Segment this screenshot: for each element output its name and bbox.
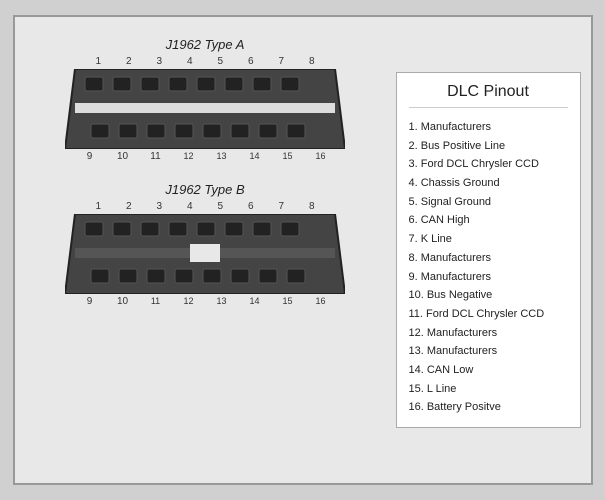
pin-num: 13 (214, 151, 230, 162)
list-item: 4. Chassis Ground (409, 174, 568, 193)
list-item: 5. Signal Ground (409, 193, 568, 212)
list-item: 1. Manufacturers (409, 118, 568, 137)
pin-num: 5 (212, 201, 228, 212)
list-item: 12. Manufacturers (409, 324, 568, 343)
list-item: 8. Manufacturers (409, 249, 568, 268)
pin-num: 3 (151, 201, 167, 212)
pin-numbers-bottom-a: 9 10 11 12 13 14 15 16 (65, 151, 345, 162)
pin-num: 12 (181, 296, 197, 307)
connector-a-body (65, 69, 345, 149)
pin-num: 4 (182, 56, 198, 67)
pin-num: 3 (151, 56, 167, 67)
pin-num: 15 (280, 296, 296, 307)
pin-num: 12 (181, 151, 197, 162)
connector-a-title: J1962 Type A (166, 37, 245, 52)
pin-numbers-bottom-b: 9 10 11 12 13 14 15 16 (65, 296, 345, 307)
pin-num: 1 (90, 56, 106, 67)
pin-num: 6 (243, 201, 259, 212)
pin-num: 14 (247, 296, 263, 307)
pin-num: 14 (247, 151, 263, 162)
list-item: 11. Ford DCL Chrysler CCD (409, 305, 568, 324)
pinout-title: DLC Pinout (409, 83, 568, 108)
pin-num: 9 (82, 151, 98, 162)
connector-b-body (65, 214, 345, 294)
pin-num: 11 (148, 151, 164, 162)
list-item: 7. K Line (409, 230, 568, 249)
pinout-panel: DLC Pinout 1. Manufacturers 2. Bus Posit… (396, 72, 581, 428)
list-item: 16. Battery Positve (409, 398, 568, 417)
pin-num: 1 (90, 201, 106, 212)
pin-num: 7 (273, 201, 289, 212)
pin-num: 9 (82, 296, 98, 307)
list-item: 6. CAN High (409, 211, 568, 230)
pin-num: 2 (121, 201, 137, 212)
list-item: 9. Manufacturers (409, 268, 568, 287)
list-item: 14. CAN Low (409, 361, 568, 380)
connector-type-b: J1962 Type B 1 2 3 4 5 6 7 8 (25, 182, 386, 307)
list-item: 3. Ford DCL Chrysler CCD (409, 155, 568, 174)
pin-num: 11 (148, 296, 164, 307)
connector-b-title: J1962 Type B (165, 182, 244, 197)
pin-num: 10 (115, 151, 131, 162)
list-item: 15. L Line (409, 380, 568, 399)
list-item: 2. Bus Positive Line (409, 137, 568, 156)
pin-num: 13 (214, 296, 230, 307)
pin-num: 7 (273, 56, 289, 67)
pin-num: 16 (313, 296, 329, 307)
pin-numbers-top-a: 1 2 3 4 5 6 7 8 (65, 56, 345, 67)
pin-num: 16 (313, 151, 329, 162)
pinout-list: 1. Manufacturers 2. Bus Positive Line 3.… (409, 118, 568, 417)
pin-num: 5 (212, 56, 228, 67)
pin-num: 10 (115, 296, 131, 307)
left-panel: J1962 Type A 1 2 3 4 5 6 7 8 (25, 27, 386, 307)
main-container: J1962 Type A 1 2 3 4 5 6 7 8 (13, 15, 593, 485)
pin-num: 15 (280, 151, 296, 162)
pin-num: 8 (304, 201, 320, 212)
pin-num: 2 (121, 56, 137, 67)
list-item: 10. Bus Negative (409, 286, 568, 305)
pin-num: 8 (304, 56, 320, 67)
list-item: 13. Manufacturers (409, 342, 568, 361)
pin-num: 6 (243, 56, 259, 67)
pin-num: 4 (182, 201, 198, 212)
connector-type-a: J1962 Type A 1 2 3 4 5 6 7 8 (25, 37, 386, 162)
pin-numbers-top-b: 1 2 3 4 5 6 7 8 (65, 201, 345, 212)
